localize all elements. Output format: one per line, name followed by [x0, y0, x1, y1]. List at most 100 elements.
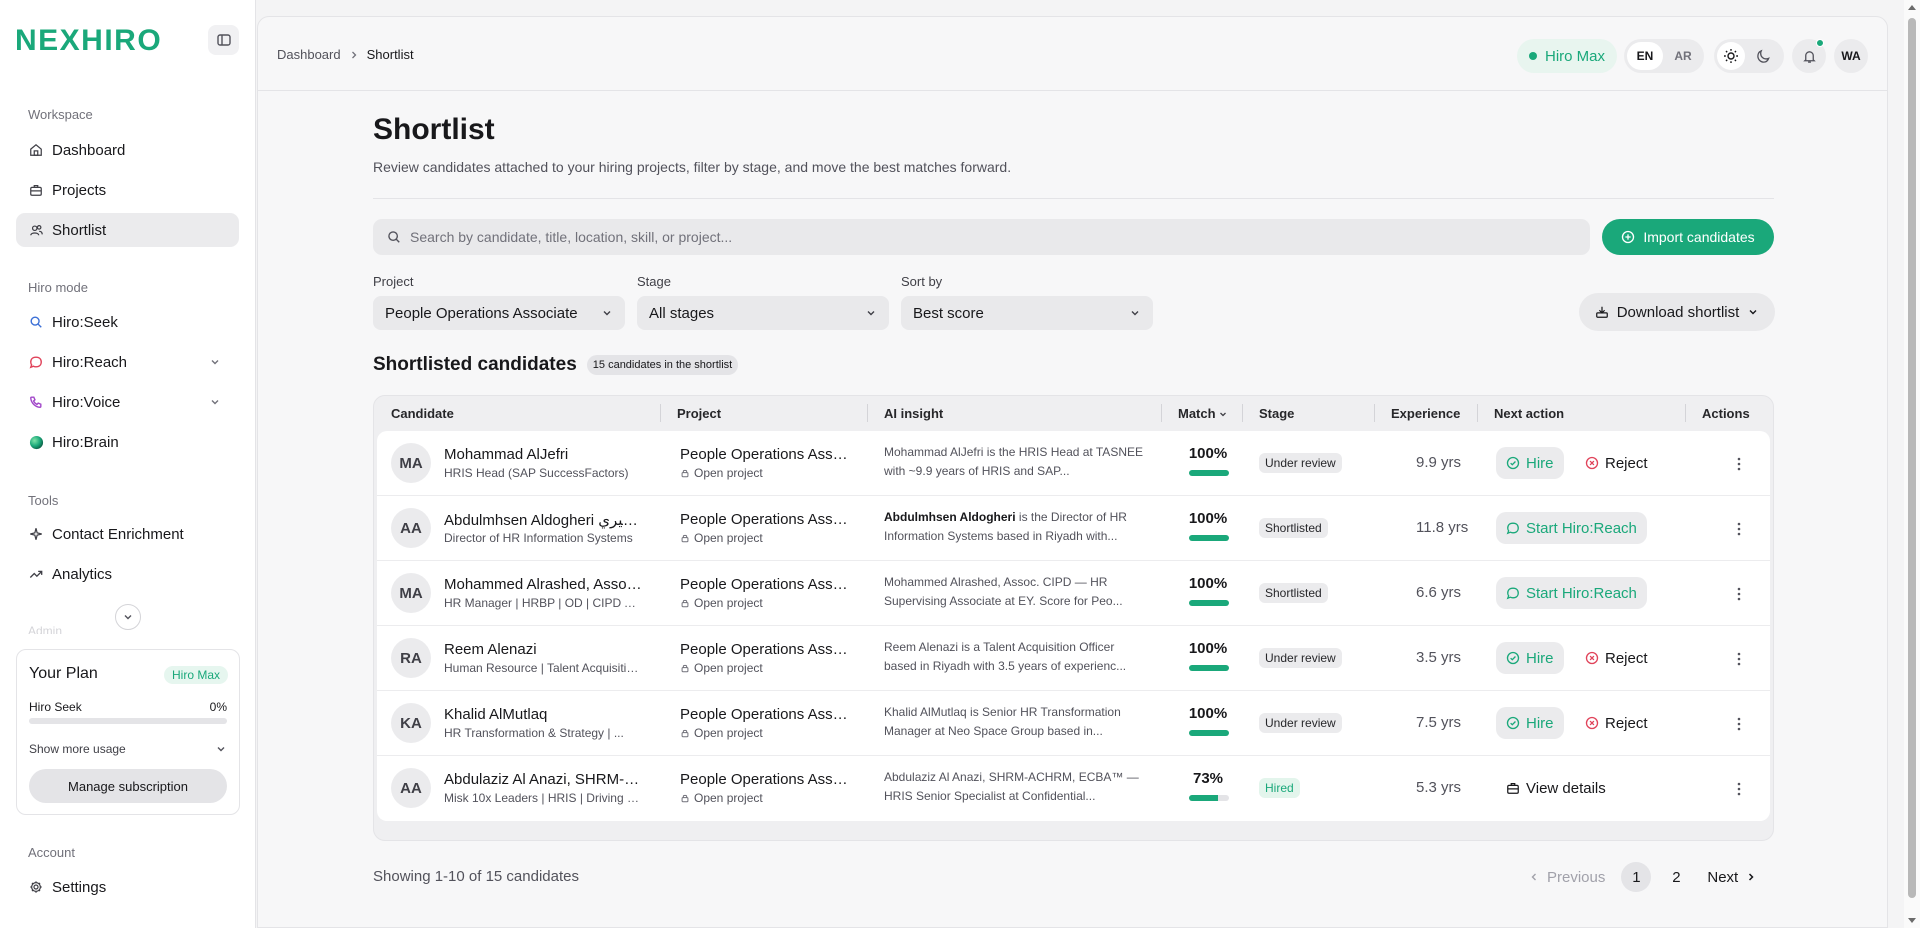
row-actions-menu-button[interactable]: [1730, 780, 1748, 798]
sidebar-toggle-button[interactable]: [208, 25, 239, 55]
stage-badge: Shortlisted: [1259, 583, 1328, 603]
next-page-button[interactable]: Next: [1701, 869, 1762, 886]
sidebar-item-hiro-seek[interactable]: Hiro:Seek: [16, 305, 239, 339]
search-input[interactable]: [410, 229, 1510, 245]
row-actions-menu-button[interactable]: [1730, 520, 1748, 538]
project-name[interactable]: People Operations Associate: [680, 446, 855, 463]
project-name[interactable]: People Operations Associate: [680, 641, 855, 658]
reject-button[interactable]: Reject: [1581, 447, 1652, 479]
table-row[interactable]: RA Reem Alenazi Human Resource | Talent Ac…: [377, 626, 1770, 691]
lang-ar-button[interactable]: AR: [1665, 42, 1701, 70]
candidate-name[interactable]: Abdulmhsen Aldogheri عبدالمحسن الدغيري: [444, 511, 644, 529]
experience-value: 3.5 yrs: [1416, 649, 1462, 666]
sidebar-item-shortlist[interactable]: Shortlist: [16, 213, 239, 247]
dark-mode-button[interactable]: [1749, 42, 1777, 70]
sidebar-item-contact-enrichment[interactable]: Contact Enrichment: [16, 517, 239, 551]
check-circle-icon: [1506, 716, 1520, 730]
lock-icon: [681, 534, 689, 543]
sidebar-item-hiro-voice[interactable]: Hiro:Voice: [16, 385, 239, 419]
lock-icon: [681, 469, 689, 478]
sidebar-item-projects[interactable]: Projects: [16, 173, 239, 207]
show-more-usage-toggle[interactable]: Show more usage: [29, 742, 227, 756]
scrollbar-thumb[interactable]: [1908, 18, 1916, 898]
breadcrumb-dashboard[interactable]: Dashboard: [277, 47, 341, 62]
previous-page-button[interactable]: Previous: [1523, 869, 1611, 886]
nexhiro-logo[interactable]: NEXHIRO: [15, 24, 162, 58]
sort-select[interactable]: Best score: [901, 296, 1153, 330]
x-circle-icon: [1585, 651, 1599, 665]
candidate-name[interactable]: Mohammad AlJefri: [444, 446, 644, 463]
start-hiro-reach-button[interactable]: Start Hiro:Reach: [1496, 577, 1647, 609]
page-1-button[interactable]: 1: [1621, 862, 1652, 892]
lock-icon: [681, 729, 689, 738]
import-candidates-button[interactable]: Import candidates: [1602, 219, 1774, 255]
project-select[interactable]: People Operations Associate: [373, 296, 625, 330]
light-mode-button[interactable]: [1717, 42, 1745, 70]
insight-text: Mohammad AlJefri is the HRIS Head at TAS…: [884, 445, 1143, 478]
page-scrollbar[interactable]: [1904, 0, 1920, 928]
more-vertical-icon: [1737, 652, 1741, 666]
globe-icon: [28, 434, 44, 450]
sidebar-item-dashboard[interactable]: Dashboard: [16, 133, 239, 167]
chevron-down-icon[interactable]: [209, 356, 221, 368]
user-avatar[interactable]: WA: [1834, 39, 1868, 73]
row-actions-menu-button[interactable]: [1730, 585, 1748, 603]
topbar: Dashboard Shortlist Hiro Max EN AR WA: [258, 17, 1887, 91]
sidebar-item-analytics[interactable]: Analytics: [16, 557, 239, 591]
candidate-name[interactable]: Khalid AlMutlaq: [444, 706, 644, 723]
table-row[interactable]: KA Khalid AlMutlaq HR Transformation & Str…: [377, 691, 1770, 756]
reach-label: Start Hiro:Reach: [1526, 519, 1637, 537]
project-name[interactable]: People Operations Associate: [680, 511, 855, 528]
project-name[interactable]: People Operations Associate: [680, 771, 855, 788]
notifications-button[interactable]: [1792, 39, 1826, 73]
insight-text: Khalid AlMutlaq is Senior HR Transformat…: [884, 705, 1121, 738]
match-bar-fill: [1189, 600, 1229, 606]
chevron-right-icon: [349, 50, 359, 60]
project-status: Open project: [680, 596, 763, 610]
scroll-down-arrow[interactable]: [1908, 918, 1916, 923]
view-details-button[interactable]: View details: [1502, 772, 1610, 804]
candidate-name[interactable]: Reem Alenazi: [444, 641, 644, 658]
download-shortlist-button[interactable]: Download shortlist: [1579, 293, 1775, 331]
hire-button[interactable]: Hire: [1496, 447, 1564, 479]
table-body: MA Mohammad AlJefri HRIS Head (SAP Success…: [377, 431, 1770, 821]
hire-button[interactable]: Hire: [1496, 707, 1564, 739]
reject-button[interactable]: Reject: [1581, 707, 1652, 739]
row-actions-menu-button[interactable]: [1730, 455, 1748, 473]
manage-subscription-button[interactable]: Manage subscription: [29, 769, 227, 803]
scroll-up-arrow[interactable]: [1908, 5, 1916, 10]
plan-pill[interactable]: Hiro Max: [1517, 39, 1618, 73]
stage-select[interactable]: All stages: [637, 296, 889, 330]
reject-button[interactable]: Reject: [1581, 642, 1652, 674]
section-tools: Tools: [28, 493, 59, 508]
sidebar-scroll-down-button[interactable]: [115, 604, 141, 630]
lang-en-button[interactable]: EN: [1627, 42, 1663, 70]
table-row[interactable]: AA Abdulmhsen Aldogheri عبدالمحسن الدغيري…: [377, 496, 1770, 561]
hire-button[interactable]: Hire: [1496, 642, 1564, 674]
col-match-sort[interactable]: Match: [1178, 406, 1228, 421]
match-bar: [1189, 730, 1229, 736]
sidebar-item-hiro-reach[interactable]: Hiro:Reach: [16, 345, 239, 379]
usage-label: Hiro Seek: [29, 700, 82, 714]
row-actions-menu-button[interactable]: [1730, 715, 1748, 733]
start-hiro-reach-button[interactable]: Start Hiro:Reach: [1496, 512, 1647, 544]
table-row[interactable]: MA Mohammad AlJefri HRIS Head (SAP Success…: [377, 431, 1770, 496]
stage-badge: Under review: [1259, 648, 1342, 668]
candidate-name[interactable]: Mohammed Alrashed, Assoc. CIPD: [444, 576, 644, 593]
project-name[interactable]: People Operations Associate: [680, 706, 855, 723]
row-actions-menu-button[interactable]: [1730, 650, 1748, 668]
table-row[interactable]: AA Abdulaziz Al Anazi, SHRM-ACHRM Misk 10x…: [377, 756, 1770, 821]
project-status-label: Open project: [694, 531, 763, 545]
page-2-button[interactable]: 2: [1661, 862, 1691, 892]
insight-lead: Abdulmhsen Aldogheri: [884, 510, 1016, 524]
table-row[interactable]: MA Mohammed Alrashed, Assoc. CIPD HR Manag…: [377, 561, 1770, 626]
candidate-avatar: MA: [391, 573, 431, 613]
sidebar-item-settings[interactable]: Settings: [16, 870, 239, 904]
project-name[interactable]: People Operations Associate: [680, 576, 855, 593]
usage-progress-bar: [29, 718, 227, 724]
sort-select-value: Best score: [913, 304, 984, 322]
sidebar-item-hiro-brain[interactable]: Hiro:Brain: [16, 425, 239, 459]
briefcase-icon: [28, 182, 44, 198]
candidate-name[interactable]: Abdulaziz Al Anazi, SHRM-ACHRM: [444, 771, 644, 788]
chevron-down-icon[interactable]: [209, 396, 221, 408]
